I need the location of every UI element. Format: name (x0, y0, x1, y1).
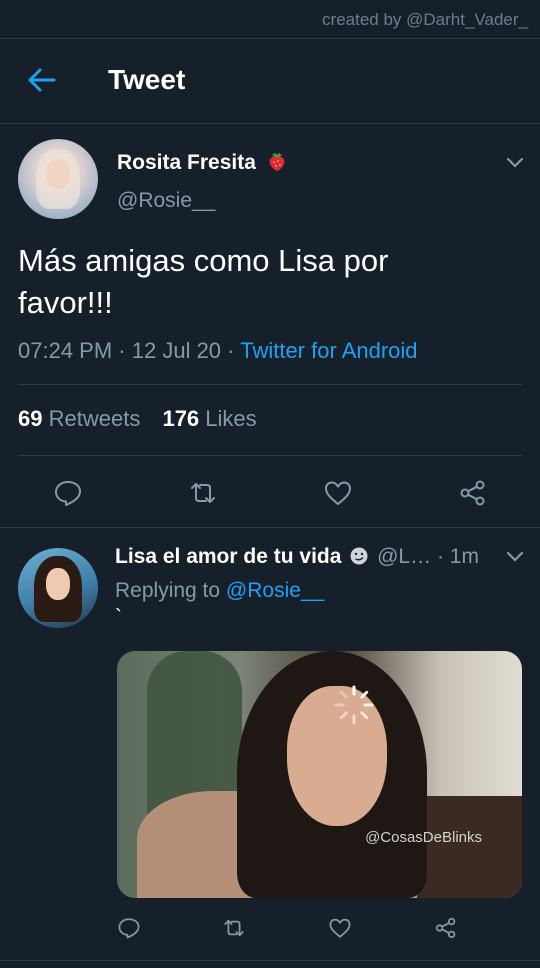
tweet-text-line: Más amigas como Lisa por (18, 243, 389, 278)
reply-media-image[interactable]: @CosasDeBlinks (117, 651, 522, 898)
meta-separator: · (436, 545, 444, 568)
media-basket (417, 796, 522, 898)
reply-header: Lisa el amor de tu vida @L… · 1m (115, 545, 479, 569)
reply-icon[interactable] (53, 478, 83, 508)
arrow-left-icon[interactable] (26, 66, 58, 94)
strawberry-emoji (269, 153, 285, 171)
top-watermark-bar: created by @Darht_Vader_ (0, 0, 540, 39)
loading-spinner-icon (334, 685, 374, 725)
reply-icon[interactable] (117, 916, 141, 940)
display-name-text: Rosita Fresita (117, 151, 256, 174)
avatar[interactable] (18, 548, 98, 628)
replying-to: Replying to @Rosie__ (115, 579, 324, 603)
chevron-down-icon[interactable] (505, 550, 525, 564)
main-tweet: Rosita Fresita @Rosie__ Más amigas como … (0, 124, 540, 528)
share-icon[interactable] (434, 916, 458, 940)
avatar-face (46, 568, 70, 600)
smirk-emoji (350, 547, 368, 565)
tweet-meta: 07:24 PM · 12 Jul 20 · Twitter for Andro… (18, 338, 418, 364)
page-title: Tweet (108, 64, 186, 95)
reply-display-name[interactable]: Lisa el amor de tu vida (115, 545, 341, 568)
retweets-count: 69 (18, 406, 43, 431)
retweets-stat[interactable]: 69 Retweets (18, 406, 140, 431)
reply-text: ` (115, 606, 122, 629)
tweet-stats: 69 Retweets 176 Likes (18, 406, 257, 432)
tweet-text-line: favor!!! (18, 285, 113, 320)
retweet-icon[interactable] (188, 478, 218, 508)
display-name[interactable]: Rosita Fresita (117, 150, 288, 175)
tweet-date: 12 Jul 20 (131, 338, 222, 363)
tweet-time: 07:24 PM (18, 338, 113, 363)
share-icon[interactable] (458, 478, 488, 508)
reply-time: 1m (449, 545, 479, 568)
meta-separator: · (118, 338, 126, 363)
avatar[interactable] (18, 139, 98, 219)
creator-watermark: created by @Darht_Vader_ (322, 10, 528, 29)
reply-tweet[interactable]: Lisa el amor de tu vida @L… · 1m Replyin… (0, 528, 540, 961)
chevron-down-icon[interactable] (505, 156, 525, 170)
meta-separator: · (227, 338, 235, 363)
reply-handle[interactable]: @L… (377, 545, 431, 568)
tweet-source-link[interactable]: Twitter for Android (240, 338, 417, 363)
likes-stat[interactable]: 176 Likes (162, 406, 256, 431)
replying-to-label: Replying to (115, 579, 221, 602)
divider (18, 384, 522, 385)
replying-to-mention[interactable]: @Rosie__ (226, 579, 324, 602)
likes-label: Likes (205, 406, 257, 431)
handle[interactable]: @Rosie__ (117, 189, 215, 213)
media-watermark: @CosasDeBlinks (365, 829, 482, 846)
retweets-label: Retweets (48, 406, 141, 431)
like-heart-icon[interactable] (328, 916, 352, 940)
tweet-text: Más amigas como Lisa por favor!!! (18, 240, 518, 324)
like-heart-icon[interactable] (323, 478, 353, 508)
top-app-bar: Tweet (0, 38, 540, 124)
retweet-icon[interactable] (222, 916, 246, 940)
avatar-face (46, 159, 70, 189)
tweet-actions (0, 474, 540, 510)
divider (18, 455, 522, 456)
reply-actions (0, 916, 540, 946)
likes-count: 176 (162, 406, 200, 431)
